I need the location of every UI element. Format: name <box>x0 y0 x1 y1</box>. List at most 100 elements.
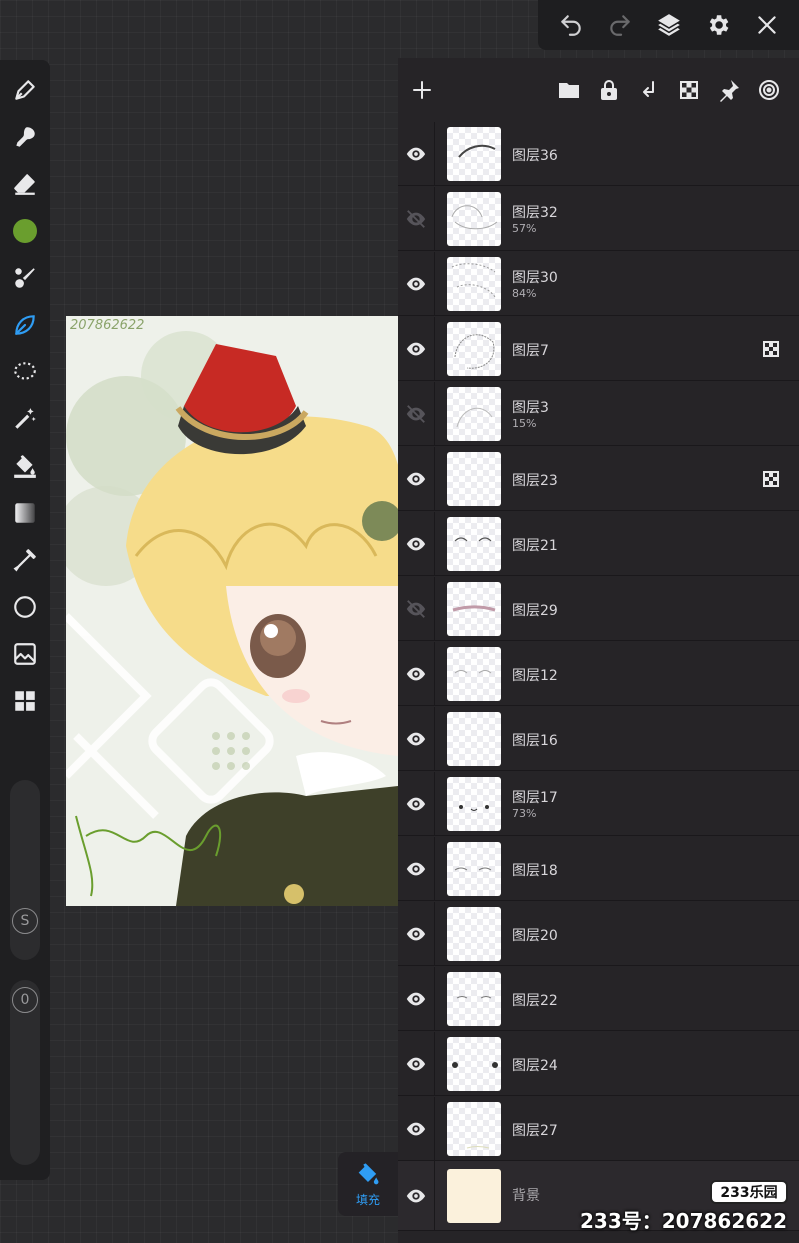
layer-thumbnail <box>447 387 501 441</box>
layer-name: 图层12 <box>512 668 558 684</box>
layer-row[interactable]: 图层18 <box>398 837 799 901</box>
add-icon[interactable] <box>408 76 436 104</box>
eye-icon[interactable] <box>398 1161 435 1231</box>
eye-hidden-icon[interactable] <box>398 187 435 251</box>
layer-thumbnail <box>447 1037 501 1091</box>
layer-row[interactable]: 图层17 73% <box>398 772 799 836</box>
fill-bucket-icon <box>358 1162 379 1184</box>
reference-icon[interactable] <box>755 76 783 104</box>
eye-icon[interactable] <box>398 1032 435 1096</box>
smudge-icon[interactable] <box>5 117 45 157</box>
layer-name: 图层21 <box>512 538 558 554</box>
layer-name: 图层32 <box>512 205 558 221</box>
layer-name: 图层17 <box>512 790 558 806</box>
layer-row[interactable]: 图层12 <box>398 642 799 706</box>
merge-down-icon[interactable] <box>635 76 663 104</box>
eye-icon[interactable] <box>398 707 435 771</box>
close-icon[interactable] <box>747 5 787 45</box>
layer-opacity: 15% <box>512 417 537 430</box>
layers-icon[interactable] <box>649 5 689 45</box>
layer-row[interactable]: 图层22 <box>398 967 799 1031</box>
eye-hidden-icon[interactable] <box>398 382 435 446</box>
layer-opacity: 73% <box>512 807 537 820</box>
background-layer-name: 背景 <box>512 1188 540 1204</box>
pin-icon[interactable] <box>715 76 743 104</box>
layer-row[interactable]: 图层27 <box>398 1097 799 1161</box>
eyedropper-icon[interactable] <box>5 540 45 580</box>
eye-icon[interactable] <box>398 902 435 966</box>
layer-thumbnail <box>447 257 501 311</box>
folder-icon[interactable] <box>555 76 583 104</box>
color-swatch[interactable] <box>5 211 45 251</box>
eraser-icon[interactable] <box>5 164 45 204</box>
layer-opacity: 57% <box>512 222 537 235</box>
layer-thumbnail <box>447 712 501 766</box>
layer-thumbnail <box>447 127 501 181</box>
layer-row[interactable]: 图层20 <box>398 902 799 966</box>
layer-name: 图层16 <box>512 733 558 749</box>
layer-row[interactable]: 图层16 <box>398 707 799 771</box>
layer-row[interactable]: 图层21 <box>398 512 799 576</box>
alpha-lock-icon[interactable] <box>675 76 703 104</box>
layer-thumbnail <box>447 582 501 636</box>
layer-row[interactable]: 图层3 15% <box>398 382 799 446</box>
fill-label: 填充 <box>355 1192 380 1207</box>
eye-icon[interactable] <box>398 512 435 576</box>
canvas-workspace[interactable]: S 0 207862622 图层36 图层32 57% 图层30 84% 图层7… <box>0 0 799 1243</box>
layer-row[interactable]: 图层24 <box>398 1032 799 1096</box>
gear-icon[interactable] <box>698 5 738 45</box>
layer-thumbnail <box>447 842 501 896</box>
shape-circle-icon[interactable] <box>5 587 45 627</box>
eye-hidden-icon[interactable] <box>398 577 435 641</box>
site-logo-badge: 233乐园 <box>710 1180 788 1204</box>
eye-icon[interactable] <box>398 772 435 836</box>
eye-icon[interactable] <box>398 1097 435 1161</box>
artwork-illustration <box>66 316 398 906</box>
layer-name: 图层23 <box>512 473 558 489</box>
layer-thumbnail <box>447 907 501 961</box>
layer-row[interactable]: 图层7 <box>398 317 799 381</box>
layer-name: 图层22 <box>512 993 558 1009</box>
layer-row[interactable]: 图层23 <box>398 447 799 511</box>
image-icon[interactable] <box>5 634 45 674</box>
undo-icon[interactable] <box>551 5 591 45</box>
background-thumbnail <box>447 1169 501 1223</box>
magic-wand-icon[interactable] <box>5 399 45 439</box>
fill-bucket-icon[interactable] <box>5 446 45 486</box>
alpha-lock-icon <box>763 341 779 357</box>
eye-icon[interactable] <box>398 252 435 316</box>
size-label: S <box>12 908 38 934</box>
gradient-icon[interactable] <box>5 493 45 533</box>
left-toolbar: S 0 <box>0 60 50 1180</box>
layer-name: 图层29 <box>512 603 558 619</box>
layer-thumbnail <box>447 1102 501 1156</box>
pen-icon[interactable] <box>5 70 45 110</box>
layer-thumbnail <box>447 322 501 376</box>
lasso-leaf-icon[interactable] <box>5 305 45 345</box>
layer-row[interactable]: 图层32 57% <box>398 187 799 251</box>
layer-thumbnail <box>447 972 501 1026</box>
selection-lasso-icon[interactable] <box>5 352 45 392</box>
eye-icon[interactable] <box>398 967 435 1031</box>
eye-icon[interactable] <box>398 642 435 706</box>
layer-name: 图层27 <box>512 1123 558 1139</box>
brush-icon[interactable] <box>5 258 45 298</box>
fill-button[interactable]: 填充 <box>338 1152 398 1216</box>
layer-opacity: 84% <box>512 287 537 300</box>
site-id-text: 233号：207862622 <box>580 1209 787 1233</box>
layer-row[interactable]: 图层30 84% <box>398 252 799 316</box>
redo-icon[interactable] <box>600 5 640 45</box>
layer-thumbnail <box>447 647 501 701</box>
layer-thumbnail <box>447 192 501 246</box>
lock-icon[interactable] <box>595 76 623 104</box>
eye-icon[interactable] <box>398 122 435 186</box>
layer-row[interactable]: 图层36 <box>398 122 799 186</box>
layer-row[interactable]: 图层29 <box>398 577 799 641</box>
artwork-canvas[interactable]: 207862622 <box>66 316 398 906</box>
eye-icon[interactable] <box>398 317 435 381</box>
grid-icon[interactable] <box>5 681 45 721</box>
artwork-number: 207862622 <box>70 318 145 333</box>
alpha-lock-icon <box>763 471 779 487</box>
eye-icon[interactable] <box>398 837 435 901</box>
eye-icon[interactable] <box>398 447 435 511</box>
